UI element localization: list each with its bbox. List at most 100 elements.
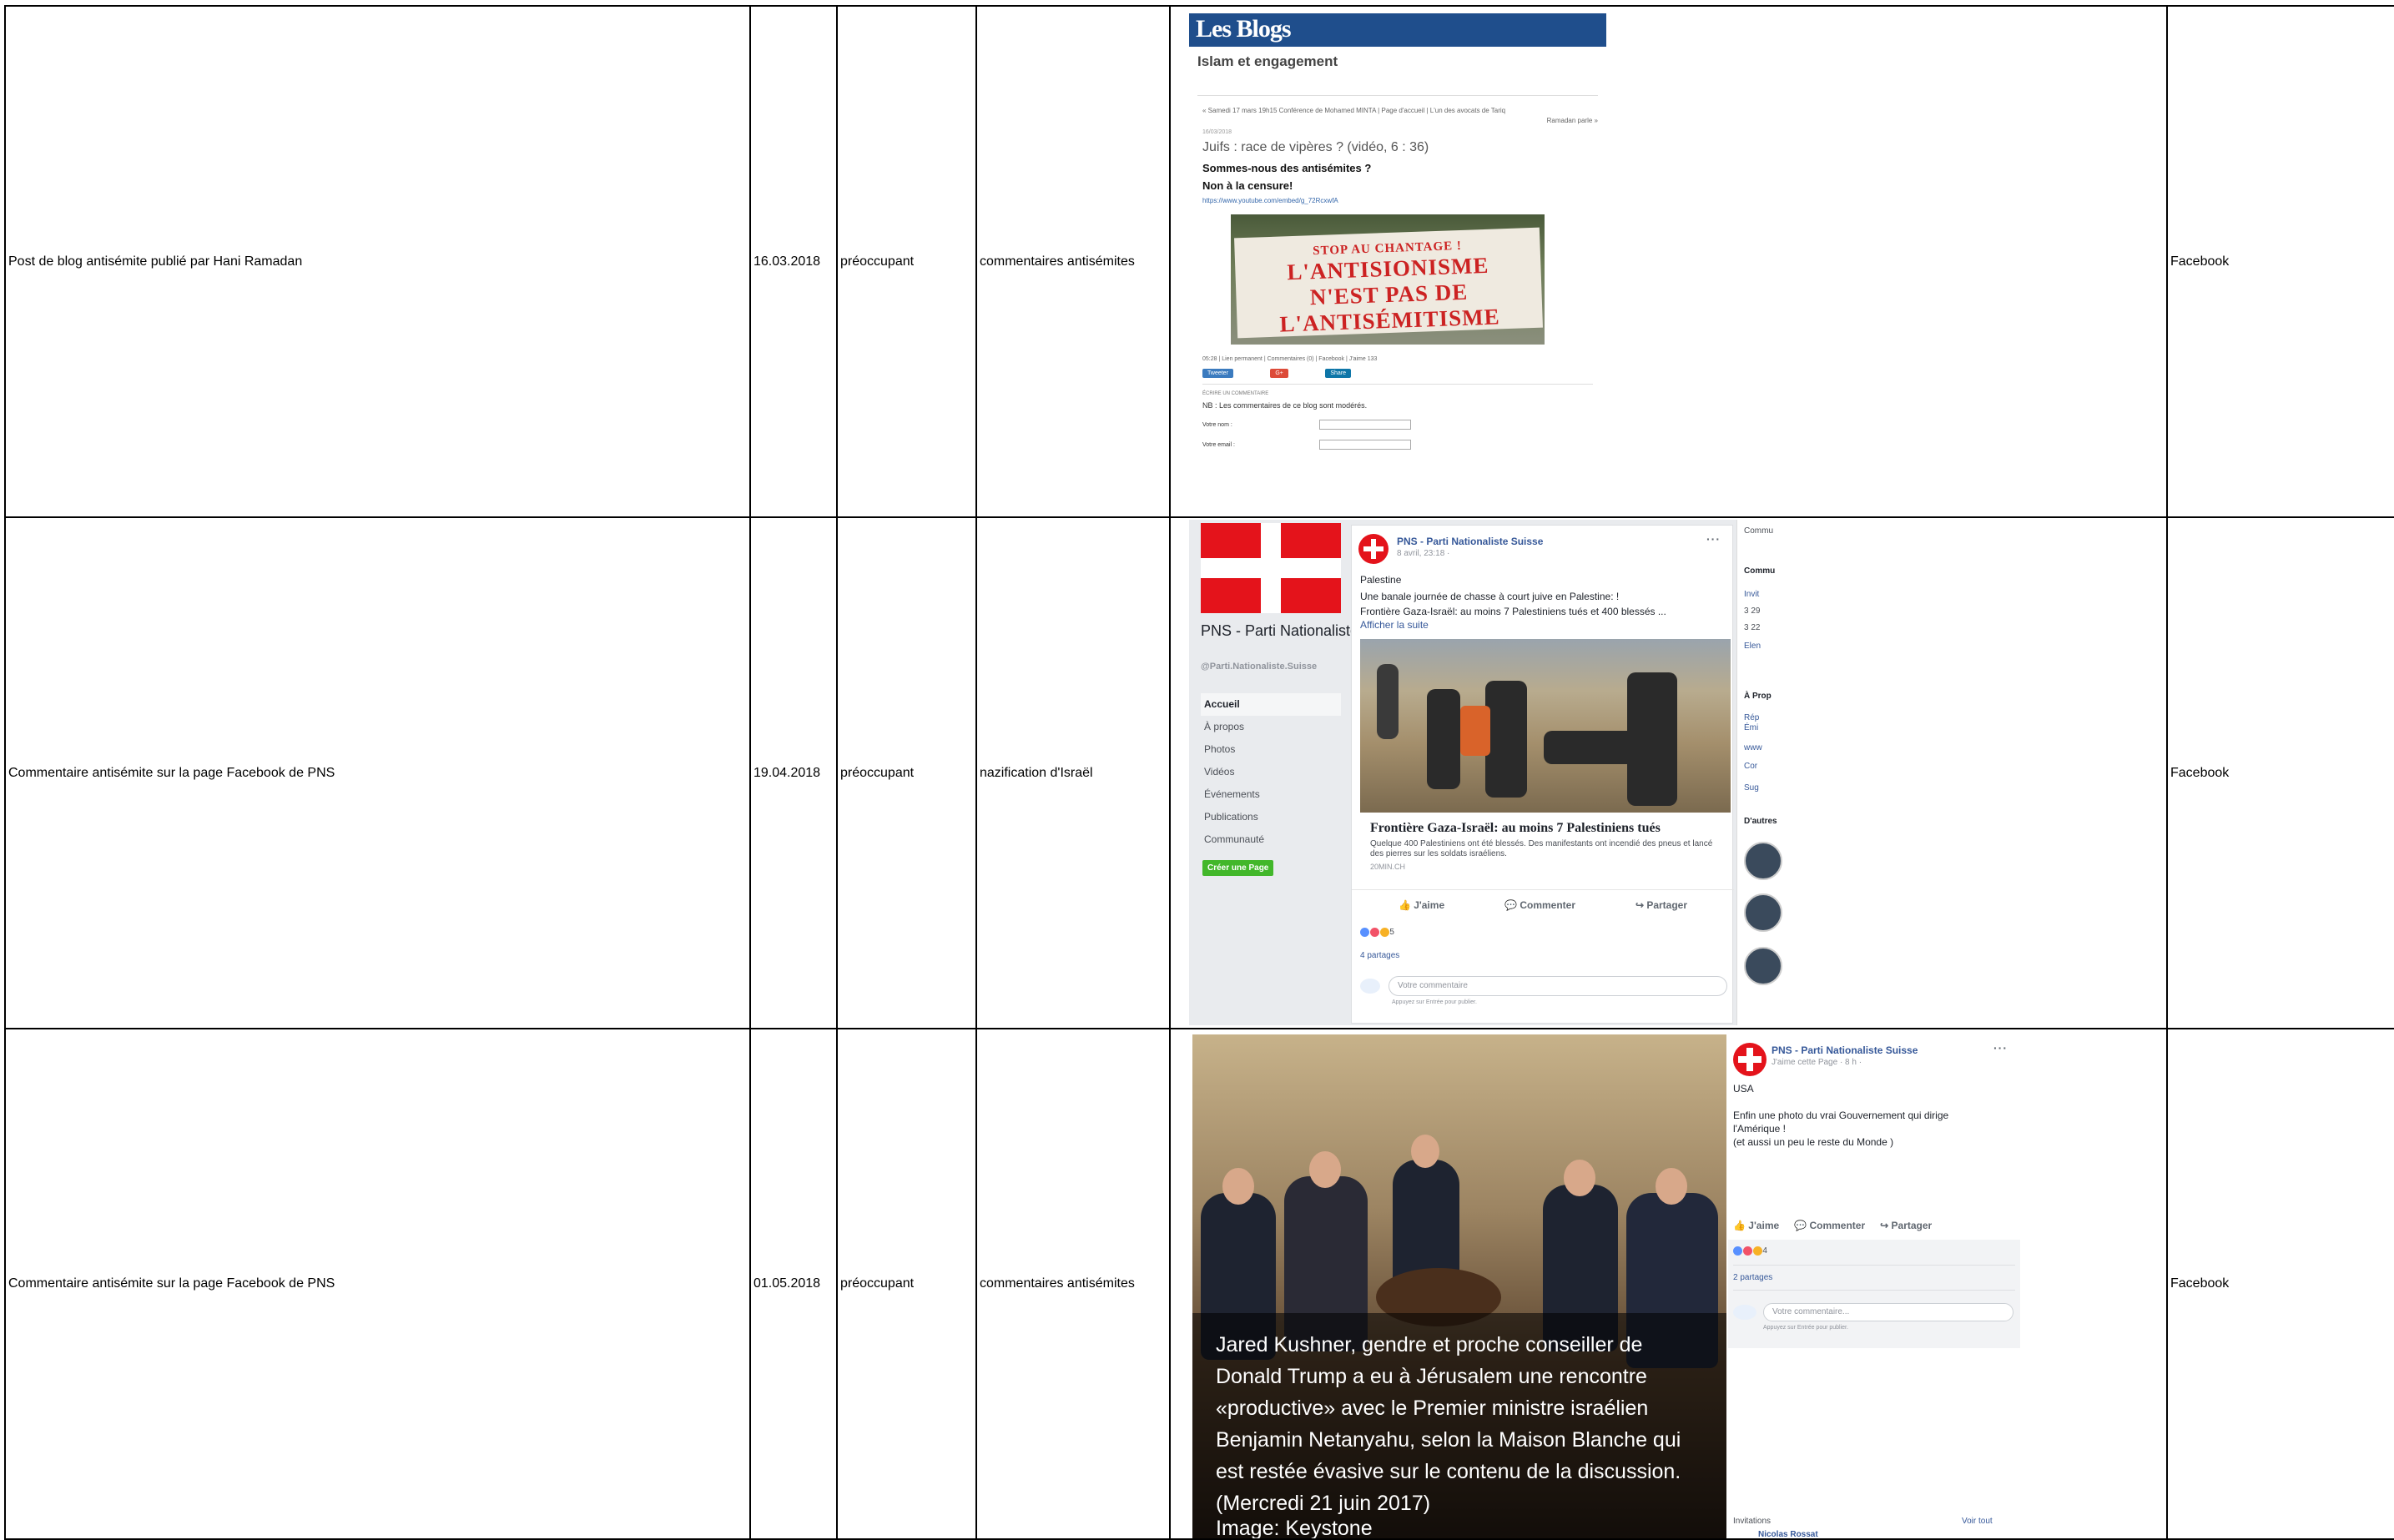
post-text: (et aussi un peu le reste du Monde ) [1733, 1136, 1894, 1148]
table-row: Commentaire antisémite sur la page Faceb… [4, 1028, 2394, 1540]
nav-item-evenements[interactable]: Événements [1201, 783, 1341, 806]
level-cell: préoccupant [836, 1028, 977, 1540]
like-button[interactable]: 👍 J'aime [1399, 899, 1444, 911]
reactions[interactable]: 4 [1733, 1246, 1767, 1256]
see-more-link[interactable]: Afficher la suite [1360, 619, 1429, 631]
post-text: Une banale journée de chasse à court jui… [1360, 591, 1620, 602]
shares-count[interactable]: 4 partages [1360, 951, 1399, 960]
blog-subtitle: Islam et engagement [1197, 53, 1338, 69]
nav-item-publications[interactable]: Publications [1201, 806, 1341, 828]
blog-date: 16/03/2018 [1202, 129, 1232, 135]
gplus-button[interactable]: G+ [1270, 369, 1288, 378]
comment-button[interactable]: 💬 Commenter [1794, 1220, 1865, 1231]
link-description: Quelque 400 Palestiniens ont été blessés… [1370, 839, 1713, 858]
name-row: Votre nom : [1189, 410, 1606, 430]
email-row: Votre email : [1189, 430, 1606, 450]
post-author[interactable]: PNS - Parti Nationaliste Suisse [1772, 1044, 1918, 1056]
level-cell: préoccupant [836, 516, 977, 1029]
description-cell: Commentaire antisémite sur la page Faceb… [4, 516, 751, 1029]
comment-heading: ÉCRIRE UN COMMENTAIRE [1202, 391, 1269, 396]
nav-item-accueil[interactable]: Accueil [1201, 693, 1341, 716]
comment-composer: Votre commentaire [1360, 976, 1727, 996]
love-reaction-icon [1369, 928, 1379, 937]
shares-count[interactable]: 2 partages [1733, 1273, 1772, 1282]
email-field[interactable] [1319, 440, 1411, 450]
incident-table: Post de blog antisémite publié par Hani … [4, 5, 2394, 1540]
facebook-post: PNS - Parti Nationaliste Suisse 8 avril,… [1351, 525, 1734, 1024]
post-text: Frontière Gaza-Israël: au moins 7 Palest… [1360, 606, 1666, 617]
post-author[interactable]: PNS - Parti Nationaliste Suisse [1397, 536, 1543, 547]
post-meta: J'aime cette Page · 8 h · [1772, 1058, 1862, 1067]
more-options-icon[interactable]: ··· [1993, 1041, 2008, 1054]
page-nav: Accueil À propos Photos Vidéos Événement… [1201, 693, 1341, 851]
date-cell: 01.05.2018 [749, 1028, 838, 1540]
post-actions: 👍 J'aime 💬 Commenter ↪ Partager [1728, 1215, 2020, 1236]
protest-photo: STOP AU CHANTAGE ! L'ANTISIONISME N'EST … [1231, 214, 1545, 345]
related-page-avatar[interactable] [1744, 842, 1782, 880]
facebook-page-screenshot: PNS - Parti Nationaliste Suisse @Parti.N… [1189, 520, 1795, 1025]
comment-button[interactable]: 💬 Commenter [1504, 899, 1575, 911]
related-page-avatar[interactable] [1744, 893, 1782, 932]
invitations-heading: Invitations [1733, 1517, 1772, 1526]
name-field[interactable] [1319, 420, 1411, 430]
page-handle: @Parti.Nationaliste.Suisse [1201, 662, 1318, 672]
page-sidebar: PNS - Parti Nationaliste Suisse @Parti.N… [1189, 520, 1408, 1025]
see-all-link[interactable]: Voir tout [1962, 1517, 1993, 1526]
blog-line: Non à la censure! [1202, 179, 1293, 192]
more-options-icon[interactable]: ··· [1706, 532, 1721, 546]
post-text: l'Amérique ! [1733, 1123, 1786, 1135]
protest-banner: STOP AU CHANTAGE ! L'ANTISIONISME N'EST … [1234, 227, 1543, 339]
like-reaction-icon [1360, 928, 1369, 937]
blog-link: https://www.youtube.com/embed/g_72RcxwfA [1202, 197, 1338, 204]
facebook-post-screenshot: Jared Kushner, gendre et proche conseill… [1192, 1034, 2020, 1537]
link-headline[interactable]: Frontière Gaza-Israël: au moins 7 Palest… [1370, 821, 1661, 836]
love-reaction-icon [1742, 1246, 1752, 1256]
nav-item-communaute[interactable]: Communauté [1201, 828, 1341, 851]
evidence-cell: PNS - Parti Nationaliste Suisse @Parti.N… [1169, 516, 2168, 1029]
divider [1197, 95, 1598, 96]
nav-item-a-propos[interactable]: À propos [1201, 716, 1341, 738]
linkedin-share-button[interactable]: Share [1325, 369, 1352, 378]
post-text: Enfin une photo du vrai Gouvernement qui… [1733, 1110, 1949, 1121]
category-cell: commentaires antisémites [975, 1028, 1171, 1540]
blog-post-title: Juifs : race de vipères ? (vidéo, 6 : 36… [1202, 140, 1429, 154]
category-cell: nazification d'Israël [975, 516, 1171, 1029]
like-button[interactable]: 👍 J'aime [1733, 1220, 1779, 1231]
reactions[interactable]: 5 [1360, 928, 1394, 937]
comment-input[interactable]: Votre commentaire... [1763, 1303, 2013, 1321]
platform-cell: Facebook [2166, 5, 2394, 518]
evidence-cell: Les Blogs Islam et engagement « Samedi 1… [1169, 5, 2168, 518]
post-panel: PNS - Parti Nationaliste Suisse J'aime c… [1728, 1034, 2020, 1537]
photo-caption: Jared Kushner, gendre et proche conseill… [1192, 1313, 1726, 1537]
avatar[interactable] [1358, 534, 1389, 564]
divider [1733, 1265, 2015, 1266]
avatar[interactable] [1733, 1043, 1767, 1076]
share-button[interactable]: ↪ Partager [1880, 1220, 1932, 1231]
avatar [1360, 979, 1380, 994]
meeting-photo[interactable]: Jared Kushner, gendre et proche conseill… [1192, 1034, 1726, 1537]
link-source: 20MIN.CH [1370, 863, 1406, 871]
haha-reaction-icon [1379, 928, 1389, 937]
nav-item-videos[interactable]: Vidéos [1201, 761, 1341, 783]
post-actions: 👍 J'aime 💬 Commenter ↪ Partager [1352, 889, 1734, 919]
table-row: Post de blog antisémite publié par Hani … [4, 5, 2394, 518]
comment-input[interactable]: Votre commentaire [1389, 976, 1727, 996]
description-cell: Commentaire antisémite sur la page Faceb… [4, 1028, 751, 1540]
category-cell: commentaires antisémites [975, 5, 1171, 518]
avatar [1733, 1305, 1756, 1320]
tweet-button[interactable]: Tweeter [1202, 369, 1233, 378]
news-photo[interactable] [1360, 639, 1731, 813]
related-page-avatar[interactable] [1744, 947, 1782, 985]
blog-line: Sommes-nous des antisémites ? [1202, 162, 1372, 174]
nav-item-photos[interactable]: Photos [1201, 738, 1341, 761]
moderation-note: NB : Les commentaires de ce blog sont mo… [1202, 401, 1368, 410]
share-button[interactable]: ↪ Partager [1635, 899, 1687, 911]
blog-header: Les Blogs [1189, 13, 1606, 47]
blog-footer: 05:28 | Lien permanent | Commentaires (0… [1202, 356, 1378, 362]
like-reaction-icon [1733, 1246, 1742, 1256]
blog-nav: « Samedi 17 mars 19h15 Conférence de Moh… [1202, 107, 1598, 124]
comment-hint: Appuyez sur Entrée pour publier. [1392, 999, 1477, 1005]
divider [1733, 1290, 2015, 1291]
table-row: Commentaire antisémite sur la page Faceb… [4, 516, 2394, 1029]
create-page-button[interactable]: Créer une Page [1202, 860, 1274, 876]
